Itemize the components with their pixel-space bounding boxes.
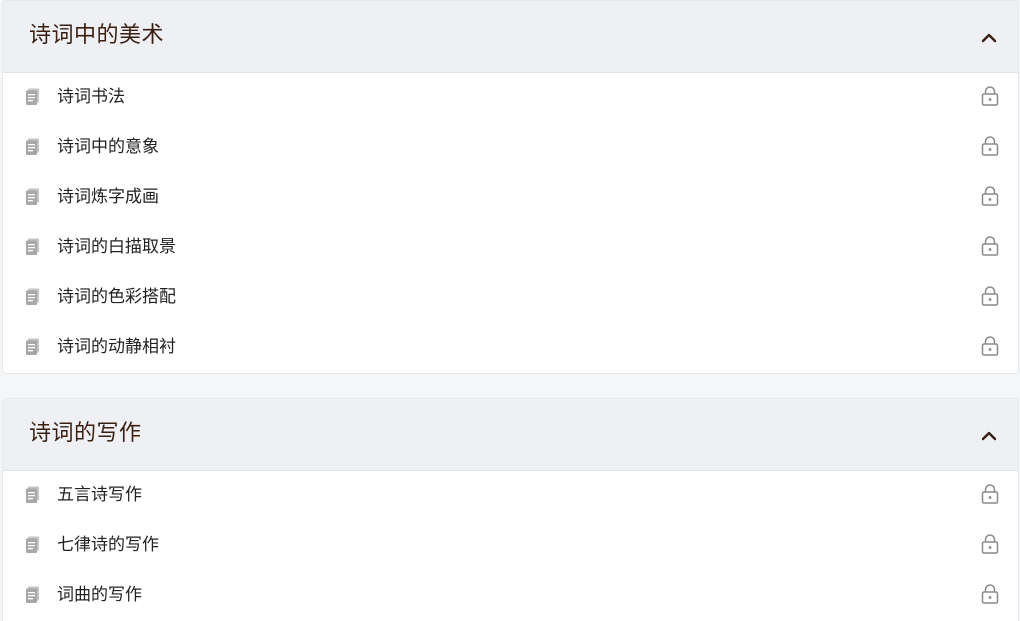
- lock-icon: [981, 186, 999, 206]
- document-icon: [26, 486, 39, 503]
- document-icon: [26, 338, 39, 355]
- lock-icon: [981, 584, 999, 604]
- lesson-label: 五言诗写作: [57, 485, 142, 505]
- lock-icon: [981, 534, 999, 554]
- lesson-item[interactable]: 词曲的写作: [3, 571, 1018, 621]
- lock-icon: [981, 484, 999, 504]
- document-icon: [26, 138, 39, 155]
- lock-icon: [981, 336, 999, 356]
- chapter-header[interactable]: 诗词的写作: [3, 399, 1018, 471]
- lesson-label: 七律诗的写作: [57, 535, 159, 555]
- lesson-item[interactable]: 诗词的动静相衬: [3, 323, 1018, 373]
- lock-icon: [981, 236, 999, 256]
- lesson-label: 诗词书法: [57, 87, 125, 107]
- course-catalog: 诗词中的美术 诗词书法 诗词中的意象 诗词炼字成画 诗词的白描取景 诗词的色彩搭…: [0, 0, 1020, 621]
- chapter-section: 诗词的写作 五言诗写作 七律诗的写作 词曲的写作: [2, 398, 1019, 621]
- lesson-item[interactable]: 七律诗的写作: [3, 521, 1018, 571]
- lesson-label: 诗词中的意象: [57, 137, 159, 157]
- lesson-label: 诗词炼字成画: [57, 187, 159, 207]
- lock-icon: [981, 86, 999, 106]
- lesson-label: 诗词的色彩搭配: [57, 287, 176, 307]
- lesson-item[interactable]: 五言诗写作: [3, 471, 1018, 521]
- chevron-up-icon[interactable]: [978, 425, 1000, 447]
- chevron-up-icon[interactable]: [978, 27, 1000, 49]
- chapter-title: 诗词中的美术: [29, 23, 165, 48]
- document-icon: [26, 288, 39, 305]
- lesson-label: 诗词的动静相衬: [57, 337, 176, 357]
- chapter-header[interactable]: 诗词中的美术: [3, 1, 1018, 73]
- lesson-item[interactable]: 诗词的白描取景: [3, 223, 1018, 273]
- lesson-list: 五言诗写作 七律诗的写作 词曲的写作: [3, 471, 1018, 621]
- document-icon: [26, 536, 39, 553]
- lock-icon: [981, 136, 999, 156]
- document-icon: [26, 188, 39, 205]
- lesson-item[interactable]: 诗词的色彩搭配: [3, 273, 1018, 323]
- document-icon: [26, 586, 39, 603]
- lesson-label: 诗词的白描取景: [57, 237, 176, 257]
- chapter-title: 诗词的写作: [29, 421, 142, 446]
- lock-icon: [981, 286, 999, 306]
- lesson-list: 诗词书法 诗词中的意象 诗词炼字成画 诗词的白描取景 诗词的色彩搭配 诗词的动静…: [3, 73, 1018, 373]
- lesson-item[interactable]: 诗词书法: [3, 73, 1018, 123]
- lesson-item[interactable]: 诗词炼字成画: [3, 173, 1018, 223]
- lesson-label: 词曲的写作: [57, 585, 142, 605]
- chapter-section: 诗词中的美术 诗词书法 诗词中的意象 诗词炼字成画 诗词的白描取景 诗词的色彩搭…: [2, 0, 1019, 374]
- document-icon: [26, 238, 39, 255]
- lesson-item[interactable]: 诗词中的意象: [3, 123, 1018, 173]
- document-icon: [26, 88, 39, 105]
